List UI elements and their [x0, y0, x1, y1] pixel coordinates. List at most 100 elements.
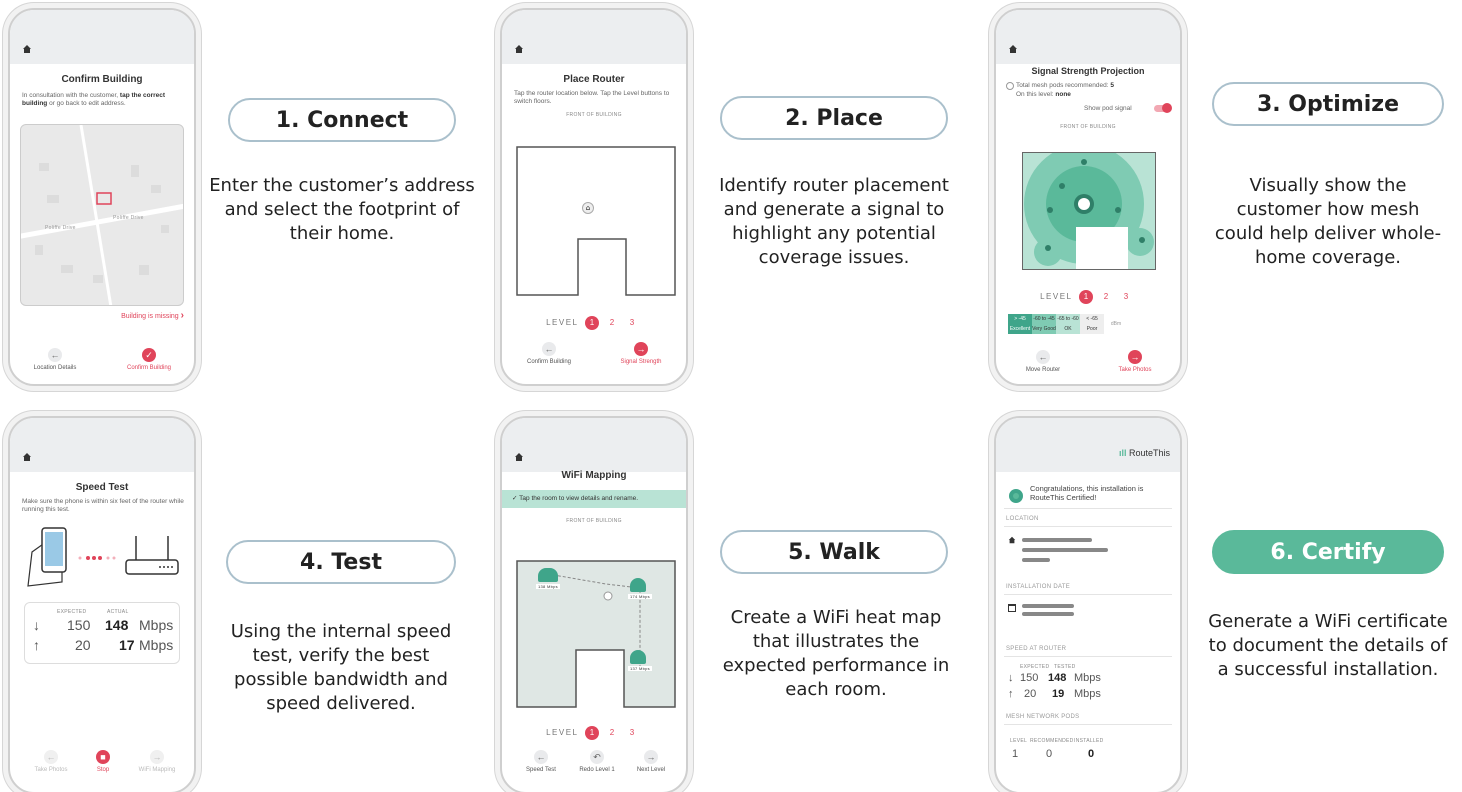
status-bar — [10, 10, 194, 64]
speed-label-3: 137 Mbps — [628, 666, 652, 671]
phone-place-router: Place Router Tap the router location bel… — [500, 8, 688, 386]
next-button[interactable]: → Signal Strength — [606, 342, 676, 365]
home-icon[interactable] — [22, 44, 32, 54]
speed-label-1: 138 Mbps — [536, 584, 560, 589]
signal-legend: > -45 Excellent -60 to -45 Very Good -65 t… — [1008, 314, 1128, 334]
speed-node-3[interactable] — [630, 650, 646, 664]
router-marker[interactable]: ⌂ — [582, 202, 594, 214]
chevron-right-icon: › — [180, 310, 184, 321]
front-of-building: FRONT OF BUILDING — [566, 112, 622, 118]
step-pill-5: 5. Walk — [720, 530, 948, 574]
arrow-down-icon: ↓ — [1008, 672, 1014, 684]
speed-node-2[interactable] — [630, 578, 646, 592]
date-line — [1022, 604, 1074, 608]
home-icon[interactable] — [514, 44, 524, 54]
pod-installed: 0 — [1088, 748, 1095, 760]
phone-confirm-building: Confirm Building In consultation with th… — [8, 8, 196, 386]
home-icon[interactable] — [1008, 44, 1018, 54]
street-label: Poliffe Drive — [113, 215, 144, 221]
instructions: In consultation with the customer, tap t… — [22, 92, 166, 108]
wifi-floorplan[interactable] — [516, 560, 676, 708]
speed-results: EXPECTED ACTUAL ↓ 150 148 Mbps ↑ 20 17 M… — [24, 602, 180, 664]
signal-bars-icon: ıll — [1118, 448, 1127, 458]
arrow-left-icon: ← — [542, 342, 556, 356]
page-title: Signal Strength Projection — [1031, 66, 1145, 76]
arrow-left-icon: ← — [44, 750, 58, 764]
back-button[interactable]: ← Location Details — [20, 348, 90, 371]
home-icon — [1008, 536, 1016, 544]
divider — [1004, 526, 1172, 527]
street-label: Poliffe Drive — [45, 225, 76, 231]
page-title: Confirm Building — [61, 74, 143, 85]
status-bar — [996, 10, 1180, 64]
next-button[interactable]: → WiFi Mapping — [122, 750, 192, 773]
legend-excellent: > -45 Excellent — [1008, 314, 1032, 334]
home-icon[interactable] — [514, 452, 524, 462]
status-bar — [996, 418, 1180, 472]
undo-icon: ↶ — [590, 750, 604, 764]
calendar-icon — [1008, 604, 1016, 612]
legend-unit: dBm — [1110, 321, 1122, 327]
pod-signal-toggle[interactable] — [1154, 103, 1172, 113]
step-pill-2: 2. Place — [720, 96, 948, 140]
building-missing-link[interactable]: Building is missing › — [121, 310, 184, 321]
legend-poor: < -65 Poor — [1080, 314, 1104, 334]
level-1-button[interactable]: 1 — [1078, 290, 1093, 304]
pod-level: 1 — [1012, 748, 1019, 760]
divider — [1004, 656, 1172, 657]
level-3-button[interactable]: 3 — [625, 316, 639, 330]
info-banner: ✓ Tap the room to view details and renam… — [502, 490, 686, 508]
col-installed: INSTALLED — [1074, 738, 1104, 744]
address-line — [1022, 558, 1050, 562]
upload-row: ↑ 20 17 Mbps — [33, 637, 174, 653]
confirm-button[interactable]: ✓ Confirm Building — [114, 348, 184, 371]
signal-heatmap[interactable] — [1022, 152, 1156, 270]
heatmap-graphic — [1022, 152, 1156, 270]
arrow-down-icon: ↓ — [33, 617, 40, 633]
page-title: Place Router — [563, 74, 625, 85]
info-icon[interactable] — [1006, 82, 1014, 90]
level-2-button[interactable]: 2 — [1099, 290, 1113, 304]
download-row: ↓ 150 148 Mbps — [1008, 672, 1101, 684]
page-title: Speed Test — [75, 482, 129, 493]
level-1-button[interactable]: 1 — [584, 316, 599, 330]
level-2-button[interactable]: 2 — [605, 316, 619, 330]
step-desc-5: Create a WiFi heat map that illustrates … — [722, 607, 950, 700]
address-line — [1022, 548, 1108, 552]
congrats-message: Congratulations, this installation is Ro… — [1030, 484, 1144, 503]
front-of-building: FRONT OF BUILDING — [566, 518, 622, 524]
pod-recommended: 0 — [1046, 748, 1053, 760]
col-actual: ACTUAL — [107, 609, 129, 615]
home-icon[interactable] — [22, 452, 32, 462]
arrow-up-icon: ↑ — [33, 637, 40, 653]
level-2-button[interactable]: 2 — [605, 726, 619, 740]
check-icon: ✓ — [142, 348, 156, 362]
arrow-up-icon: ↑ — [1008, 688, 1014, 700]
step-desc-6: Generate a WiFi certificate to document … — [1208, 611, 1448, 680]
level-selector: LEVEL 123 — [502, 316, 686, 330]
next-button[interactable]: → Next Level — [616, 750, 686, 773]
step-pill-4: 4. Test — [226, 540, 456, 584]
phone-wifi-mapping: WiFi Mapping ✓ Tap the room to view deta… — [500, 416, 688, 792]
divider — [1004, 508, 1172, 509]
map-view[interactable]: Poliffe Drive Poliffe Drive — [20, 124, 184, 306]
floorplan[interactable] — [516, 146, 676, 296]
level-1-button[interactable]: 1 — [584, 726, 599, 740]
upload-row: ↑ 20 19 Mbps — [1008, 688, 1101, 700]
pods-recommended: Total mesh pods recommended: 5 — [1016, 82, 1114, 89]
instructions: Tap the router location below. Tap the L… — [514, 90, 670, 106]
back-button[interactable]: ← Confirm Building — [514, 342, 584, 365]
arrow-left-icon: ← — [48, 348, 62, 362]
step-desc-2: Identify router placement and generate a… — [719, 175, 949, 268]
level-selector: LEVEL 123 — [502, 726, 686, 740]
arrow-left-icon: ← — [534, 750, 548, 764]
col-recommended: RECOMMENDED — [1030, 738, 1074, 744]
level-3-button[interactable]: 3 — [1119, 290, 1133, 304]
speed-node-1[interactable] — [538, 568, 558, 582]
back-button[interactable]: ← Move Router — [1008, 350, 1078, 373]
arrow-right-icon: → — [644, 750, 658, 764]
level-selector: LEVEL 123 — [996, 290, 1180, 304]
level-3-button[interactable]: 3 — [625, 726, 639, 740]
next-button[interactable]: → Take Photos — [1100, 350, 1170, 373]
pods-level: On this level: none — [1016, 91, 1071, 98]
